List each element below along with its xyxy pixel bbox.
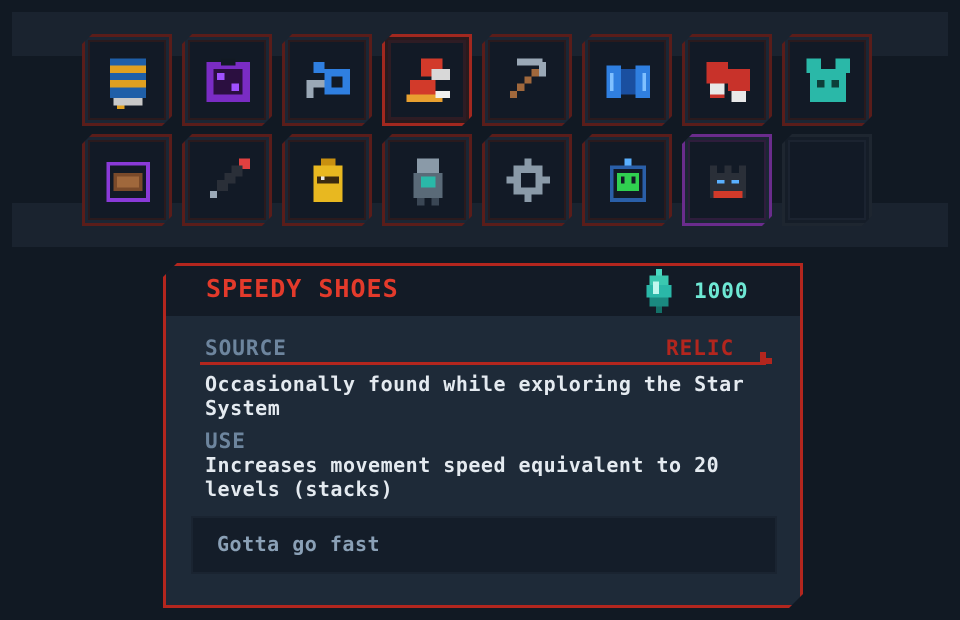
inventory-slot-14[interactable] xyxy=(582,134,672,226)
inventory-slot-6[interactable] xyxy=(582,34,672,126)
inventory-slot-5[interactable] xyxy=(482,34,572,126)
speedy-shoes-icon xyxy=(399,51,457,109)
source-description: Occasionally found while exploring the S… xyxy=(205,372,745,420)
inventory-slot-4[interactable] xyxy=(382,34,472,126)
inventory-slot-15[interactable] xyxy=(682,134,772,226)
purple-void-armor-icon xyxy=(199,51,257,109)
item-title: SPEEDY SHOES xyxy=(206,274,399,303)
section-divider xyxy=(200,362,766,365)
inventory-slot-16-empty[interactable] xyxy=(782,134,872,226)
purple-aura-seed-icon xyxy=(99,151,157,209)
teal-mouse-icon xyxy=(799,51,857,109)
inventory-slot-8[interactable] xyxy=(782,34,872,126)
inventory-slot-11[interactable] xyxy=(282,134,372,226)
blue-scroll-icon xyxy=(99,51,157,109)
inventory-slot-2[interactable] xyxy=(182,34,272,126)
teal-crystal-icon xyxy=(634,266,684,320)
inventory-slot-9[interactable] xyxy=(82,134,172,226)
blue-energy-wings-icon xyxy=(599,51,657,109)
use-label: USE xyxy=(205,429,246,453)
inventory-slot-13[interactable] xyxy=(482,134,572,226)
grey-gear-icon xyxy=(499,151,557,209)
flavor-box: Gotta go fast xyxy=(191,516,777,574)
use-description: Increases movement speed equivalent to 2… xyxy=(205,453,720,501)
inventory-slot-1[interactable] xyxy=(82,34,172,126)
rarity-label: RELIC xyxy=(666,336,735,360)
yellow-canister-icon xyxy=(299,151,357,209)
syringe-icon xyxy=(199,151,257,209)
inventory-slot-12[interactable] xyxy=(382,134,472,226)
dark-crown-icon xyxy=(699,151,757,209)
red-boxing-gloves-icon xyxy=(699,51,757,109)
cost-value: 1000 xyxy=(694,279,749,303)
grey-robot-suit-icon xyxy=(399,151,457,209)
green-skull-badge-icon xyxy=(599,151,657,209)
inventory-slot-3[interactable] xyxy=(282,34,372,126)
inventory-slot-7[interactable] xyxy=(682,34,772,126)
source-label: SOURCE xyxy=(205,336,287,360)
pickaxe-icon xyxy=(499,51,557,109)
divider-tip xyxy=(760,352,772,364)
inventory-grid xyxy=(82,34,872,226)
flavor-text: Gotta go fast xyxy=(217,532,381,556)
item-cost: 1000 xyxy=(634,266,774,316)
item-tooltip: SPEEDY SHOES 1000 SOURCE RELIC Occasiona… xyxy=(163,263,803,608)
blue-hose-coil-icon xyxy=(299,51,357,109)
inventory-slot-10[interactable] xyxy=(182,134,272,226)
